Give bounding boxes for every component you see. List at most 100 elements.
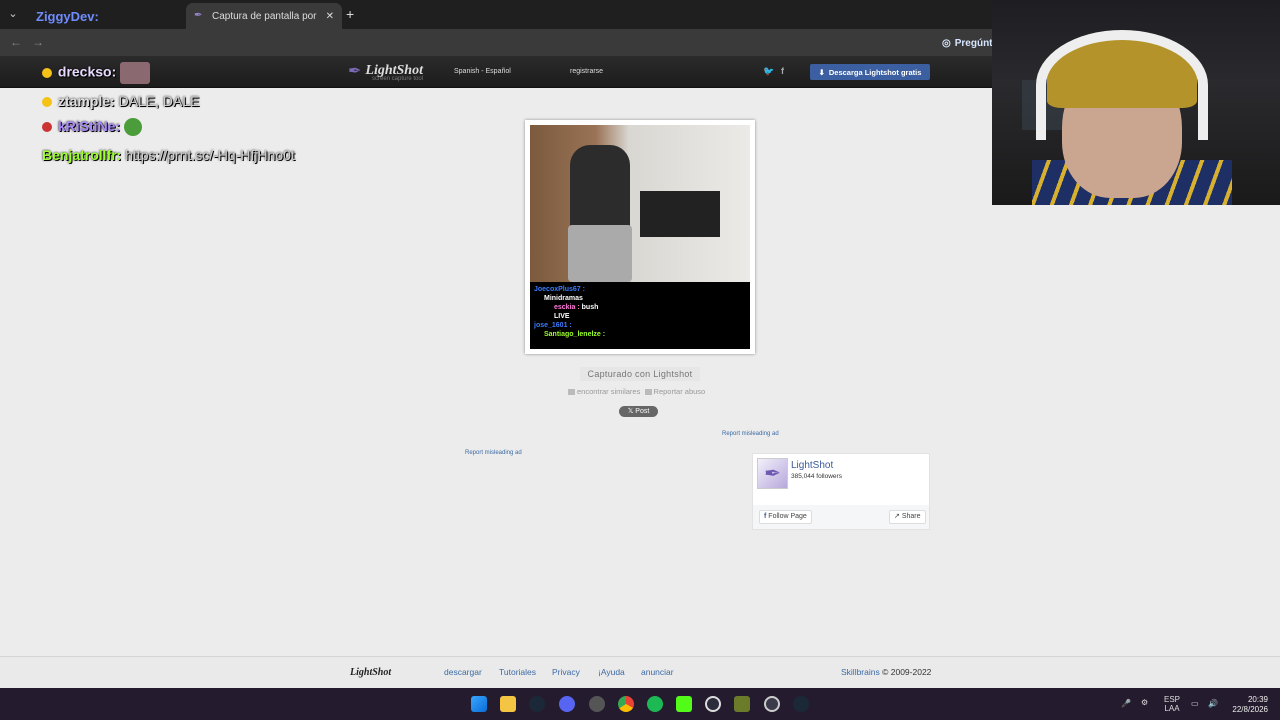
captured-caption: Capturado con Lightshot [580,367,700,381]
facebook-page-widget: ✒ LightShot 385,044 followers f Follow P… [752,453,930,530]
facebook-icon: f [764,513,767,520]
footer-logo[interactable]: LightShot [350,667,391,678]
headset [1036,30,1208,140]
chat-user: ztample: [57,93,115,109]
image-icon [568,389,575,396]
new-tab-icon[interactable]: + [346,6,354,22]
tv [640,191,720,237]
clock[interactable]: 20:39 22/8/2026 [1226,695,1268,715]
footer-link-download[interactable]: descargar [444,667,482,677]
badge-icon [42,97,52,108]
chat-text: bush [581,304,599,311]
time: 20:39 [1247,695,1268,704]
chat-line: Minidramas [534,294,746,303]
browser-tab-inactive[interactable]: ZiggyDev: [28,3,184,29]
fb-page-name[interactable]: LightShot [791,460,833,471]
report-ad-link[interactable]: Report misleading ad [722,431,779,437]
register-link[interactable]: registrarse [570,68,603,75]
emote-icon [120,62,151,84]
emote-icon [124,118,143,137]
chat-user: drecksо: [57,63,117,80]
chat-line: LIVE [534,312,746,321]
download-button[interactable]: ⬇ Descarga Lightshot gratis [810,64,930,80]
browser-tab-active[interactable]: ✒ Captura de pantalla por Lightsh ✕ [186,3,342,29]
kick-icon[interactable] [676,696,692,712]
feather-icon: ✒ [348,63,362,80]
file-explorer-icon[interactable] [500,696,516,712]
person-legs [568,225,632,282]
download-icon: ⬇ [818,67,825,77]
discord-icon[interactable] [559,696,575,712]
chat-user: JoecoxPlus67 : [534,286,585,293]
fb-actions: f Follow Page ↗ Share [753,505,929,529]
footer-link-tutorials[interactable]: Tutoriales [499,667,536,677]
overlay-chat-line: kRiStiNe: [42,118,143,137]
screenshot-chat: JoecoxPlus67 : Minidramas esckia : bush … [534,285,746,339]
chat-text: DALE, DALE [118,93,200,109]
settings-icon[interactable]: ⚙ [1141,698,1148,707]
x-post-button[interactable]: 𝕏 Post [619,406,658,417]
spotify-icon[interactable] [647,696,663,712]
follow-page-label: Follow Page [768,513,807,520]
keyboard-language[interactable]: ESP LAA [1164,695,1180,713]
report-abuse-link[interactable]: Reportar abuso [654,387,706,396]
sparkle-icon: ◎ [942,37,951,49]
chat-line: JoecoxPlus67 : [534,285,746,294]
find-similar-link[interactable]: encontrar similares [577,387,640,396]
chat-user: Santiago_lenelze : [544,331,606,338]
twitter-icon[interactable]: 🐦 [763,66,774,77]
browser-icon[interactable] [764,696,780,712]
webcam-overlay [992,0,1280,205]
tab-title: ZiggyDev: [36,8,99,24]
tab-search-chevron-icon[interactable]: ⌄ [4,5,22,23]
close-tab-icon[interactable]: ✕ [326,11,334,22]
chat-line: esckia : bush [534,303,746,312]
steam-icon[interactable] [529,696,545,712]
x-post-label: Post [635,408,650,415]
footer-link-advertise[interactable]: anunciar [641,667,674,677]
windows-start-icon[interactable] [471,696,487,712]
language-select[interactable]: Spanish - Español [454,68,511,75]
microphone-icon[interactable]: 🎤 [1121,699,1131,708]
skillbrains-link[interactable]: Skillbrains [841,667,880,677]
share-label: Share [901,513,921,520]
facebook-icon[interactable]: f [781,66,784,76]
footer-link-help[interactable]: ¡Ayuda [598,667,625,677]
tab-title: Captura de pantalla por Lightsh [212,10,320,22]
obs-icon[interactable] [734,696,750,712]
footer-link-privacy[interactable]: Privacy [552,667,580,677]
follow-page-button[interactable]: f Follow Page [759,510,812,524]
chat-user: Benjatrollfr: [42,147,122,163]
steam-icon[interactable] [793,696,809,712]
copyright: Skillbrains © 2009-2022 [841,667,931,677]
network-icon[interactable]: ▭ [1191,699,1199,708]
brand-tagline: screen capture tool [372,76,424,82]
fb-followers: 385,044 followers [791,473,842,480]
screenshot-image[interactable]: JoecoxPlus67 : Minidramas esckia : bush … [530,125,750,349]
download-button-label: Descarga Lightshot gratis [828,67,922,77]
lightshot-avatar[interactable]: ✒ [757,458,788,489]
screenshot-actions: encontrar similares Reportar abuso [568,387,705,396]
language-label: ESP [1164,695,1181,704]
flag-icon [644,389,652,396]
lightshot-favicon-icon: ✒ [194,10,203,21]
lightshot-logo[interactable]: ✒ LightShot screen capture tool [348,61,424,82]
copyright-text: © 2009-2022 [882,667,932,677]
back-icon[interactable]: ← [10,35,22,49]
chat-user: LIVE [554,313,570,320]
overlay-chat-line: Benjatrollfr: https://prnt.sc/-Hq-HfjHno… [42,147,295,163]
forward-icon[interactable]: → [32,35,44,49]
badge-icon [42,68,52,78]
share-icon: ↗ [894,513,900,520]
screenshot-frame: JoecoxPlus67 : Minidramas esckia : bush … [525,120,755,354]
share-button[interactable]: ↗ Share [889,510,926,524]
chrome-icon[interactable] [618,696,634,712]
chat-user: kRiStiNe: [57,118,121,134]
ccleaner-icon[interactable] [705,696,721,712]
app-icon[interactable] [589,696,605,712]
badge-icon [42,122,52,133]
chat-text: https://prnt.sc/-Hq-HfjHno0t [125,147,295,163]
chat-user: esckia : [554,304,580,311]
report-ad-link[interactable]: Report misleading ad [465,450,522,456]
volume-icon[interactable]: 🔊 [1208,699,1218,708]
